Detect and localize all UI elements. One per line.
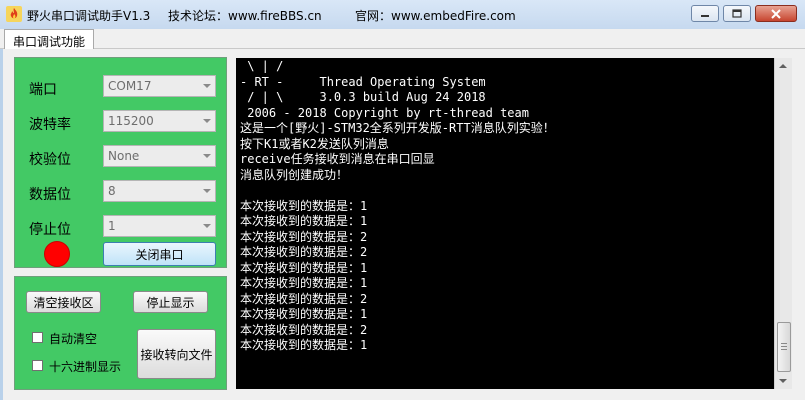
close-port-button[interactable]: 关闭串口 xyxy=(103,242,216,266)
grip-line xyxy=(781,349,787,350)
window-title: 野火串口调试助手V1.3 xyxy=(27,9,151,23)
scroll-up-icon[interactable] xyxy=(779,64,787,68)
parity-value: None xyxy=(108,149,140,163)
terminal-line: 本次接收到的数据是：1 xyxy=(240,214,368,228)
grip-line xyxy=(781,346,787,347)
terminal-line: 本次接收到的数据是：2 xyxy=(240,229,368,244)
baud-row: 波特率 115200 xyxy=(15,107,228,137)
parity-label: 校验位 xyxy=(29,152,71,168)
terminal-line: 2006 - 2018 Copyright by rt-thread team xyxy=(240,105,529,120)
fire-icon xyxy=(6,6,22,22)
port-label: 端口 xyxy=(29,82,57,98)
maximize-button[interactable] xyxy=(723,5,751,22)
title-bar[interactable]: 野火串口调试助手V1.3 技术论坛：www.fireBBS.cn 官网：www.… xyxy=(0,0,805,29)
databits-label: 数据位 xyxy=(29,187,71,203)
maximize-icon xyxy=(732,9,742,18)
stopbits-row: 停止位 1 xyxy=(15,212,228,242)
baud-label: 波特率 xyxy=(29,117,71,133)
site-url: 官网：www.embedFire.com xyxy=(355,9,516,23)
parity-row: 校验位 None xyxy=(15,142,228,172)
port-select[interactable]: COM17 xyxy=(103,75,216,97)
terminal-line: / | \ 3.0.3 build Aug 24 2018 xyxy=(240,90,486,104)
redirect-to-file-button[interactable]: 接收转向文件 xyxy=(137,329,216,379)
port-row: 端口 COM17 xyxy=(15,72,228,102)
chevron-down-icon xyxy=(203,119,211,123)
minimize-button[interactable] xyxy=(691,5,719,22)
scrollbar-thumb[interactable] xyxy=(777,322,791,372)
serial-settings-panel: 端口 COM17 波特率 115200 校验位 None 数据位 8 停止位 1… xyxy=(14,57,227,268)
terminal-line: 本次接收到的数据是：2 xyxy=(240,291,368,306)
chevron-down-icon xyxy=(203,154,211,158)
stopbits-select[interactable]: 1 xyxy=(103,215,216,237)
terminal-line: 本次接收到的数据是：2 xyxy=(240,245,368,259)
stop-display-button[interactable]: 停止显示 xyxy=(133,291,208,313)
terminal-line: 本次接收到的数据是：1 xyxy=(240,307,368,321)
stopbits-value: 1 xyxy=(108,219,116,233)
tab-strip: 串口调试功能 xyxy=(0,29,805,50)
window-controls xyxy=(691,5,797,22)
terminal-line: 按下K1或者K2发送队列消息 xyxy=(240,136,389,151)
terminal-line: 这是一个[野火]-STM32全系列开发版-RTT消息队列实验！ xyxy=(240,121,555,135)
grip-line xyxy=(781,343,787,344)
chevron-down-icon xyxy=(203,84,211,88)
terminal-line: 本次接收到的数据是：1 xyxy=(240,276,368,290)
receive-terminal[interactable]: \ | / - RT - Thread Operating System / | … xyxy=(236,58,774,389)
close-icon xyxy=(771,8,781,19)
terminal-line: 本次接收到的数据是：1 xyxy=(240,338,368,352)
auto-clear-checkbox[interactable] xyxy=(32,332,43,343)
baud-value: 115200 xyxy=(108,114,154,128)
terminal-line: 本次接收到的数据是：1 xyxy=(240,198,368,213)
auto-clear-label: 自动清空 xyxy=(49,332,98,346)
terminal-output: \ | / - RT - Thread Operating System / | … xyxy=(240,59,555,354)
close-button[interactable] xyxy=(755,5,797,22)
terminal-scrollbar[interactable] xyxy=(774,58,792,389)
port-value: COM17 xyxy=(108,79,152,93)
parity-select[interactable]: None xyxy=(103,145,216,167)
port-status-indicator xyxy=(44,241,70,267)
minimize-icon xyxy=(701,14,709,17)
chevron-down-icon xyxy=(203,224,211,228)
stopbits-label: 停止位 xyxy=(29,222,71,238)
receive-controls-panel: 清空接收区 停止显示 自动清空 十六进制显示 接收转向文件 xyxy=(14,276,227,390)
terminal-line: 消息队列创建成功！ xyxy=(240,167,349,182)
baud-select[interactable]: 115200 xyxy=(103,110,216,132)
terminal-line: 本次接收到的数据是：1 xyxy=(240,260,368,275)
hex-display-label: 十六进制显示 xyxy=(49,360,122,374)
databits-select[interactable]: 8 xyxy=(103,180,216,202)
client-area: 端口 COM17 波特率 115200 校验位 None 数据位 8 停止位 1… xyxy=(3,49,805,400)
tab-serial-debug[interactable]: 串口调试功能 xyxy=(4,29,95,50)
forum-url: 技术论坛：www.fireBBS.cn xyxy=(168,9,322,23)
chevron-down-icon xyxy=(203,189,211,193)
terminal-line: - RT - Thread Operating System xyxy=(240,74,486,89)
terminal-line: receive任务接收到消息在串口回显 xyxy=(240,152,435,166)
terminal-line: 本次接收到的数据是：2 xyxy=(240,322,368,337)
databits-value: 8 xyxy=(108,184,116,198)
scroll-down-icon[interactable] xyxy=(779,379,787,383)
terminal-line: \ | / xyxy=(240,59,284,73)
clear-receive-button[interactable]: 清空接收区 xyxy=(26,291,101,313)
hex-display-checkbox[interactable] xyxy=(32,360,43,371)
databits-row: 数据位 8 xyxy=(15,177,228,207)
